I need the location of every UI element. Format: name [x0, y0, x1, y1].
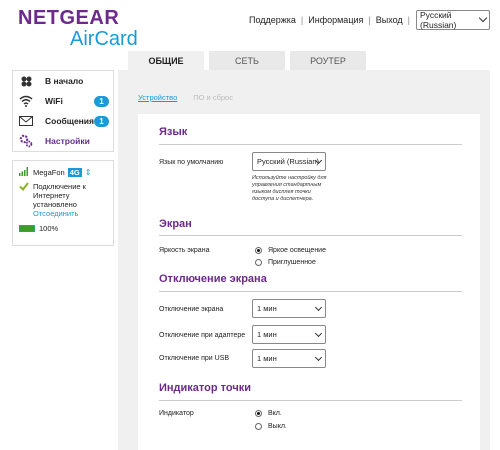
data-transfer-icon: ⇕	[84, 168, 92, 177]
connection-status-text: Подключение к Интернету установлено	[33, 182, 86, 209]
count-badge: 1	[94, 115, 109, 127]
home-icon	[19, 74, 33, 88]
subtab-device[interactable]: Устройство	[138, 93, 177, 102]
section-title-language: Язык	[159, 126, 188, 138]
usb-off-select[interactable]: 1 мин	[252, 349, 326, 368]
check-icon	[19, 182, 29, 218]
divider	[159, 144, 462, 145]
chevron-down-icon	[314, 353, 323, 362]
support-link[interactable]: Поддержка	[244, 15, 301, 25]
wifi-icon	[19, 94, 33, 108]
sidebar-item-label: WiFi	[45, 96, 63, 106]
divider	[159, 291, 462, 292]
divider	[159, 235, 462, 236]
signal-icon	[19, 167, 29, 178]
disconnect-link[interactable]: Отсоединить	[33, 209, 107, 218]
carrier-name: MegaFon	[33, 168, 65, 177]
sidebar-item-label: Сообщения	[45, 116, 94, 126]
section-title-screen: Экран	[159, 218, 192, 230]
status-panel: MegaFon 4G ⇕ Подключение к Интернету уст…	[12, 160, 114, 246]
sidebar-item-label: В начало	[45, 76, 84, 86]
radio-label: Яркое освещение	[268, 247, 326, 254]
language-select[interactable]: Русский (Russian)	[416, 10, 490, 30]
subtabs: Устройство ПО и сброс	[138, 93, 249, 102]
count-badge: 1	[94, 95, 109, 107]
sidebar-item-settings[interactable]: Настройки	[13, 131, 113, 151]
sidebar-item-home[interactable]: В начало	[13, 71, 113, 91]
select-value: 1 мин	[257, 330, 277, 339]
radio-indicator-off[interactable]: Выкл.	[255, 423, 287, 430]
network-type-badge: 4G	[67, 168, 82, 177]
main-tabs: ОБЩИЕ СЕТЬ РОУТЕР	[128, 51, 371, 71]
radio-label: Приглушенное	[268, 259, 316, 266]
sidebar: В начало WiFi 1 Сообщения 1 Настройки	[12, 70, 114, 152]
connection-row: Подключение к Интернету установлено Отсо…	[19, 182, 107, 218]
battery-level: 100%	[39, 224, 59, 233]
settings-panel: Язык Язык по умолчанию Русский (Russian)…	[138, 114, 480, 450]
logout-link[interactable]: Выход	[371, 15, 408, 25]
product-name: AirCard	[70, 28, 138, 50]
usb-off-label: Отключение при USB	[159, 355, 230, 362]
section-title-screen-off: Отключение экрана	[159, 273, 267, 285]
gears-icon	[19, 134, 33, 148]
indicator-label: Индикатор	[159, 410, 194, 417]
radio-button[interactable]	[255, 410, 262, 417]
carrier-row: MegaFon 4G ⇕	[19, 167, 107, 178]
adapter-off-label: Отключение при адаптере	[159, 332, 246, 339]
page: NETGEAR AirCard Поддержка | Информация |…	[0, 0, 500, 450]
sidebar-item-wifi[interactable]: WiFi 1	[13, 91, 113, 111]
brand-name: NETGEAR	[18, 7, 120, 29]
top-nav: Поддержка | Информация | Выход | Русский…	[244, 10, 490, 30]
adapter-off-select[interactable]: 1 мин	[252, 325, 326, 344]
select-value: 1 мин	[257, 304, 277, 313]
screen-off-label: Отключение экрана	[159, 306, 224, 313]
sidebar-item-label: Настройки	[45, 136, 90, 146]
battery-row: 100%	[19, 224, 107, 233]
tab-router[interactable]: РОУТЕР	[290, 51, 366, 71]
radio-dim[interactable]: Приглушенное	[255, 259, 316, 266]
radio-indicator-on[interactable]: Вкл.	[255, 410, 282, 417]
radio-label: Выкл.	[268, 423, 287, 430]
screen-off-select[interactable]: 1 мин	[252, 299, 326, 318]
select-value: 1 мин	[257, 354, 277, 363]
radio-button[interactable]	[255, 423, 262, 430]
language-select-value: Русский (Russian)	[420, 10, 457, 30]
sidebar-item-messages[interactable]: Сообщения 1	[13, 111, 113, 131]
radio-label: Вкл.	[268, 410, 282, 417]
mail-icon	[19, 114, 33, 128]
section-title-indicator: Индикатор точки	[159, 382, 251, 394]
divider: |	[407, 15, 410, 25]
info-link[interactable]: Информация	[303, 15, 368, 25]
default-language-label: Язык по умолчанию	[159, 159, 224, 166]
radio-button[interactable]	[255, 247, 262, 254]
default-language-value: Русский (Russian)	[257, 157, 320, 166]
battery-icon	[19, 225, 35, 232]
radio-button[interactable]	[255, 259, 262, 266]
language-note: Используйте настройку для управления ста…	[252, 175, 327, 202]
chevron-down-icon	[314, 303, 323, 312]
logo: NETGEAR AirCard	[18, 8, 138, 50]
tab-network[interactable]: СЕТЬ	[209, 51, 285, 71]
default-language-select[interactable]: Русский (Russian)	[252, 152, 326, 171]
radio-bright[interactable]: Яркое освещение	[255, 247, 326, 254]
chevron-down-icon	[314, 329, 323, 338]
tab-general[interactable]: ОБЩИЕ	[128, 51, 204, 71]
divider	[159, 400, 462, 401]
subtab-software[interactable]: ПО и сброс	[193, 93, 233, 102]
brightness-label: Яркость экрана	[159, 247, 210, 254]
